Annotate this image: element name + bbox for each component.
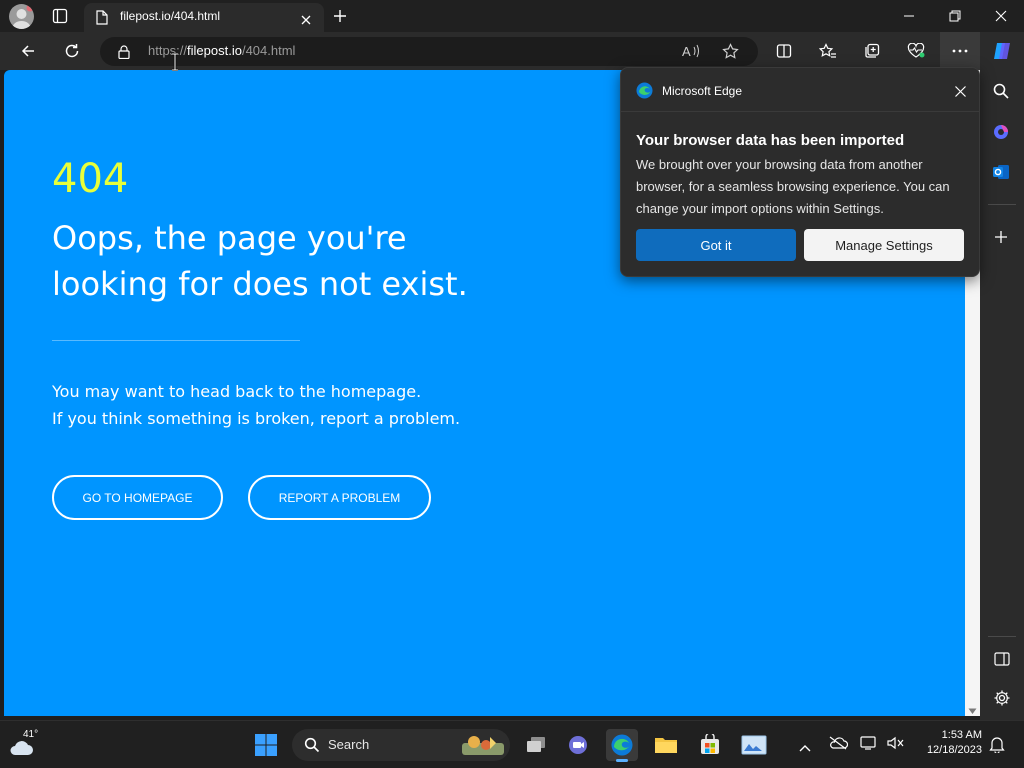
close-window-button[interactable] xyxy=(978,0,1024,32)
scroll-down-arrow-icon[interactable] xyxy=(968,700,977,719)
microsoft-store-icon[interactable] xyxy=(694,729,726,761)
address-bar[interactable]: https://filepost.io/404.html A xyxy=(100,37,758,66)
error-title: Oops, the page you're looking for does n… xyxy=(52,219,468,303)
divider xyxy=(52,340,300,341)
onedrive-offline-icon[interactable] xyxy=(828,735,849,755)
collections-icon[interactable] xyxy=(858,37,886,65)
active-app-indicator xyxy=(616,759,628,762)
popup-app-name: Microsoft Edge xyxy=(662,84,743,98)
search-highlight-icon xyxy=(462,736,504,755)
tab-actions-icon[interactable] xyxy=(52,8,68,24)
message-line-homepage: You may want to head back to the homepag… xyxy=(52,382,422,401)
notifications-bell-icon[interactable] xyxy=(989,735,1005,757)
sidebar-search-icon[interactable] xyxy=(992,82,1010,104)
weather-widget[interactable]: 41° xyxy=(8,729,58,761)
volume-muted-icon[interactable] xyxy=(886,735,904,755)
sidebar-divider-bottom xyxy=(988,636,1016,637)
hide-sidebar-icon[interactable] xyxy=(994,651,1010,670)
minimize-button[interactable] xyxy=(886,0,932,32)
got-it-button[interactable]: Got it xyxy=(636,229,796,261)
import-notification-popup: Microsoft Edge Your browser data has bee… xyxy=(620,67,980,277)
cloud-icon xyxy=(10,741,33,755)
sidebar-settings-gear-icon[interactable] xyxy=(993,689,1011,711)
title-bar: filepost.io/404.html xyxy=(0,0,1024,32)
popup-body: We brought over your browsing data from … xyxy=(636,157,950,216)
go-to-homepage-button[interactable]: GO TO HOMEPAGE xyxy=(52,475,223,520)
network-icon[interactable] xyxy=(860,735,878,755)
browser-toolbar: https://filepost.io/404.html A xyxy=(0,32,1024,70)
report-a-problem-button[interactable]: REPORT A PROBLEM xyxy=(248,475,431,520)
tab-filepost-404[interactable]: filepost.io/404.html xyxy=(84,3,324,32)
teams-chat-icon[interactable] xyxy=(562,729,594,761)
popup-close-icon[interactable] xyxy=(954,83,967,102)
svg-text:A: A xyxy=(682,44,691,59)
task-view-icon[interactable] xyxy=(520,729,552,761)
show-hidden-icons-chevron-icon[interactable] xyxy=(799,738,811,757)
browser-essentials-icon[interactable] xyxy=(902,37,930,65)
taskbar-search-placeholder: Search xyxy=(328,737,370,752)
url-host: filepost.io xyxy=(187,43,242,58)
url-scheme: https:// xyxy=(148,43,188,58)
sidebar-divider xyxy=(988,204,1016,205)
error-message: You may want to head back to the homepag… xyxy=(52,378,460,432)
popup-header-divider xyxy=(621,111,979,112)
new-tab-button[interactable] xyxy=(332,8,348,28)
back-button[interactable] xyxy=(14,37,42,65)
popup-title: Your browser data has been imported xyxy=(636,132,905,149)
lock-icon[interactable] xyxy=(118,44,130,63)
read-aloud-icon[interactable]: A xyxy=(682,43,700,63)
file-explorer-icon[interactable] xyxy=(650,729,682,761)
close-tab-icon[interactable] xyxy=(300,11,312,30)
clock-date: 12/18/2023 xyxy=(926,744,982,756)
taskbar: 41° Search 1:53 AM 12/18/2023 xyxy=(0,720,1024,768)
sidebar-outlook-icon[interactable] xyxy=(992,163,1010,185)
mouse-cursor-ibeam xyxy=(171,52,179,75)
message-line-report: If you think something is broken, report… xyxy=(52,409,461,428)
favorite-star-icon[interactable] xyxy=(722,43,739,64)
photos-app-icon[interactable] xyxy=(738,729,770,761)
weather-temperature: 41° xyxy=(23,729,39,740)
error-code: 404 xyxy=(52,156,129,202)
copilot-icon[interactable] xyxy=(988,37,1016,65)
split-screen-icon[interactable] xyxy=(770,37,798,65)
edge-sidebar xyxy=(980,70,1024,720)
edge-logo-icon xyxy=(636,82,653,103)
page-icon xyxy=(96,10,108,29)
clock-time: 1:53 AM xyxy=(941,729,982,741)
sidebar-copilot-icon[interactable] xyxy=(992,123,1010,145)
sidebar-add-icon[interactable] xyxy=(994,229,1008,248)
manage-settings-button[interactable]: Manage Settings xyxy=(804,229,964,261)
url-path: /404.html xyxy=(241,43,296,58)
profile-avatar[interactable] xyxy=(9,4,34,29)
refresh-button[interactable] xyxy=(58,37,86,65)
start-button[interactable] xyxy=(250,729,282,761)
favorites-icon[interactable] xyxy=(814,37,842,65)
restore-button[interactable] xyxy=(932,0,978,32)
system-clock[interactable]: 1:53 AM 12/18/2023 xyxy=(912,728,982,758)
tab-title: filepost.io/404.html xyxy=(120,9,221,23)
edge-taskbar-icon[interactable] xyxy=(606,729,638,762)
taskbar-search-box[interactable]: Search xyxy=(292,729,510,761)
settings-more-button[interactable] xyxy=(940,32,980,70)
taskbar-search-icon xyxy=(304,737,320,753)
